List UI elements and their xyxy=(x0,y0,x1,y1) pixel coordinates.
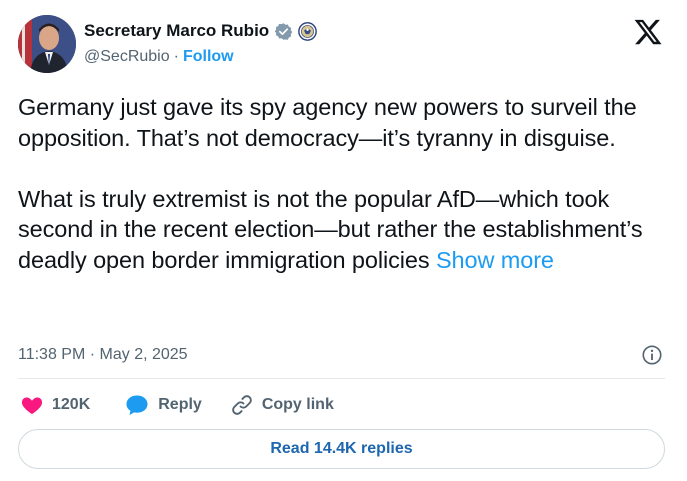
verified-badge-icon xyxy=(274,22,293,40)
speech-bubble-icon xyxy=(126,395,148,415)
display-name[interactable]: Secretary Marco Rubio xyxy=(84,21,269,41)
copy-link-button[interactable]: Copy link xyxy=(230,393,334,417)
like-button[interactable]: 120K xyxy=(20,393,90,417)
tweet-paragraph-2: What is truly extremist is not the popul… xyxy=(18,184,673,276)
avatar[interactable] xyxy=(18,15,76,73)
x-logo-icon[interactable] xyxy=(633,17,663,47)
action-bar: 120K Reply Copy link xyxy=(20,390,334,420)
show-more-link[interactable]: Show more xyxy=(436,247,554,273)
separator: · xyxy=(173,48,179,65)
info-icon[interactable] xyxy=(641,344,663,366)
tweet-paragraph-1: Germany just gave its spy agency new pow… xyxy=(18,94,637,151)
read-replies-button[interactable]: Read 14.4K replies xyxy=(18,429,665,469)
link-icon xyxy=(232,395,252,415)
copy-link-label: Copy link xyxy=(261,396,334,413)
divider xyxy=(18,378,665,379)
tweet-meta: 11:38 PM · May 2, 2025 xyxy=(18,343,669,367)
reply-label: Reply xyxy=(158,396,202,413)
reply-button[interactable]: Reply xyxy=(124,393,202,417)
like-count: 120K xyxy=(52,396,91,413)
handle-row: @SecRubio · Follow xyxy=(84,48,234,66)
tweet-header: Secretary Marco Rubio @SecRubio · Follow xyxy=(18,15,669,75)
name-row: Secretary Marco Rubio xyxy=(84,21,318,41)
timestamp[interactable]: 11:38 PM · May 2, 2025 xyxy=(18,346,188,364)
follow-button[interactable]: Follow xyxy=(183,48,234,66)
state-department-seal-icon xyxy=(298,21,318,41)
handle[interactable]: @SecRubio xyxy=(84,48,170,66)
tweet-text: Germany just gave its spy agency new pow… xyxy=(18,92,673,275)
tweet-embed-card: Secretary Marco Rubio @SecRubio · Follow… xyxy=(0,0,687,481)
heart-icon xyxy=(21,397,43,414)
